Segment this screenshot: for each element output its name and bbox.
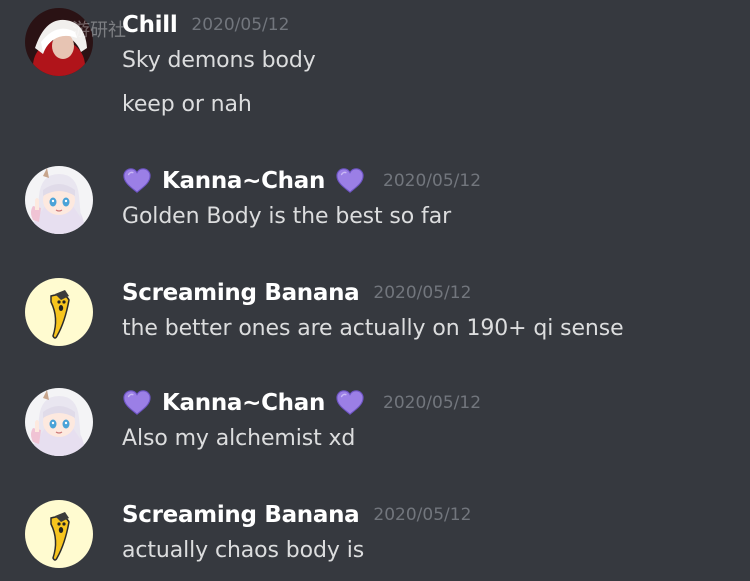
username[interactable]: Screaming Banana	[122, 502, 360, 528]
purple-heart-icon	[335, 167, 365, 195]
avatar[interactable]	[25, 166, 93, 234]
chat-messages: Chill 2020/05/12 Sky demons body keep or…	[0, 0, 750, 581]
message-text: keep or nah	[122, 92, 252, 117]
banana-avatar-icon	[25, 278, 93, 346]
username[interactable]: Chill	[122, 12, 178, 38]
message-header: Kanna~Chan 2020/05/12	[122, 388, 481, 418]
message-header: Chill 2020/05/12	[122, 10, 289, 40]
timestamp: 2020/05/12	[191, 15, 290, 35]
watermark-text: 游研社	[72, 20, 126, 41]
message-text: the better ones are actually on 190+ qi …	[122, 316, 624, 341]
username[interactable]: Screaming Banana	[122, 280, 360, 306]
avatar[interactable]	[25, 388, 93, 456]
avatar[interactable]	[25, 500, 93, 568]
timestamp: 2020/05/12	[373, 283, 472, 303]
timestamp: 2020/05/12	[383, 171, 482, 191]
kanna-anime-avatar-icon	[25, 166, 93, 234]
purple-heart-icon	[122, 389, 152, 417]
message-text: Sky demons body	[122, 48, 316, 73]
purple-heart-icon	[122, 167, 152, 195]
message-header: Kanna~Chan 2020/05/12	[122, 166, 481, 196]
message-text: Also my alchemist xd	[122, 426, 356, 451]
username[interactable]: Kanna~Chan	[162, 168, 325, 194]
purple-heart-icon	[335, 389, 365, 417]
message-text: Golden Body is the best so far	[122, 204, 452, 229]
banana-avatar-icon	[25, 500, 93, 568]
message-text: actually chaos body is	[122, 538, 365, 563]
username[interactable]: Kanna~Chan	[162, 390, 325, 416]
kanna-anime-avatar-icon	[25, 388, 93, 456]
avatar[interactable]	[25, 278, 93, 346]
message-header: Screaming Banana 2020/05/12	[122, 500, 471, 530]
timestamp: 2020/05/12	[373, 505, 472, 525]
timestamp: 2020/05/12	[383, 393, 482, 413]
message-header: Screaming Banana 2020/05/12	[122, 278, 471, 308]
